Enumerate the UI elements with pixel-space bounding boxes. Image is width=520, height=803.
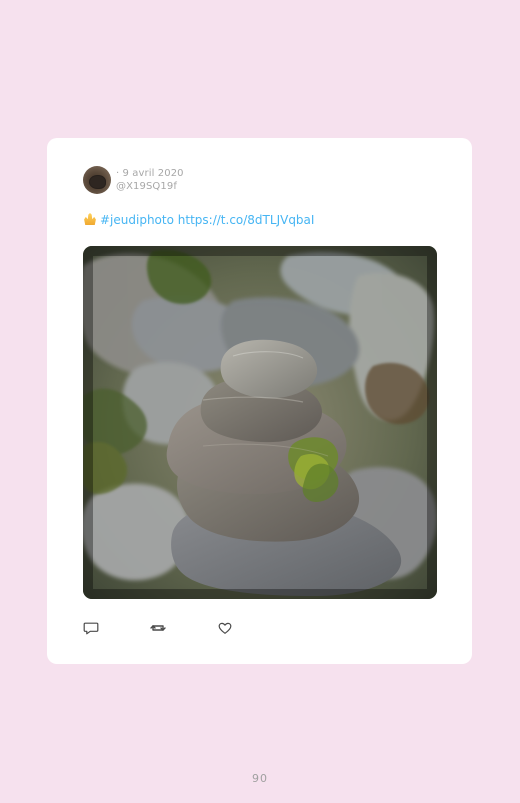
tweet-url-link[interactable]: https://t.co/8dTLJVqbaI bbox=[178, 213, 315, 227]
hashtag-link[interactable]: #jeudiphoto bbox=[100, 213, 174, 227]
tweet-handle[interactable]: @X19SQ19f bbox=[116, 180, 316, 193]
avatar-image bbox=[89, 175, 106, 189]
retweet-icon[interactable] bbox=[149, 620, 167, 638]
reply-icon[interactable] bbox=[83, 620, 101, 638]
tweet-meta: · 9 avril 2020 @X19SQ19f bbox=[116, 167, 316, 193]
page-number: 90 bbox=[252, 772, 268, 785]
stone-cairn-image bbox=[83, 246, 437, 599]
tweet-photo[interactable] bbox=[83, 246, 437, 599]
like-icon[interactable] bbox=[217, 620, 235, 638]
tweet-text: #jeudiphoto https://t.co/8dTLJVqbaI bbox=[83, 212, 443, 228]
tweet-date[interactable]: · 9 avril 2020 bbox=[116, 167, 316, 180]
tweet-card: · 9 avril 2020 @X19SQ19f #jeudiphoto htt… bbox=[47, 138, 472, 664]
folded-hands-icon bbox=[84, 213, 96, 225]
avatar[interactable] bbox=[83, 166, 111, 194]
tweet-actions bbox=[83, 620, 253, 638]
